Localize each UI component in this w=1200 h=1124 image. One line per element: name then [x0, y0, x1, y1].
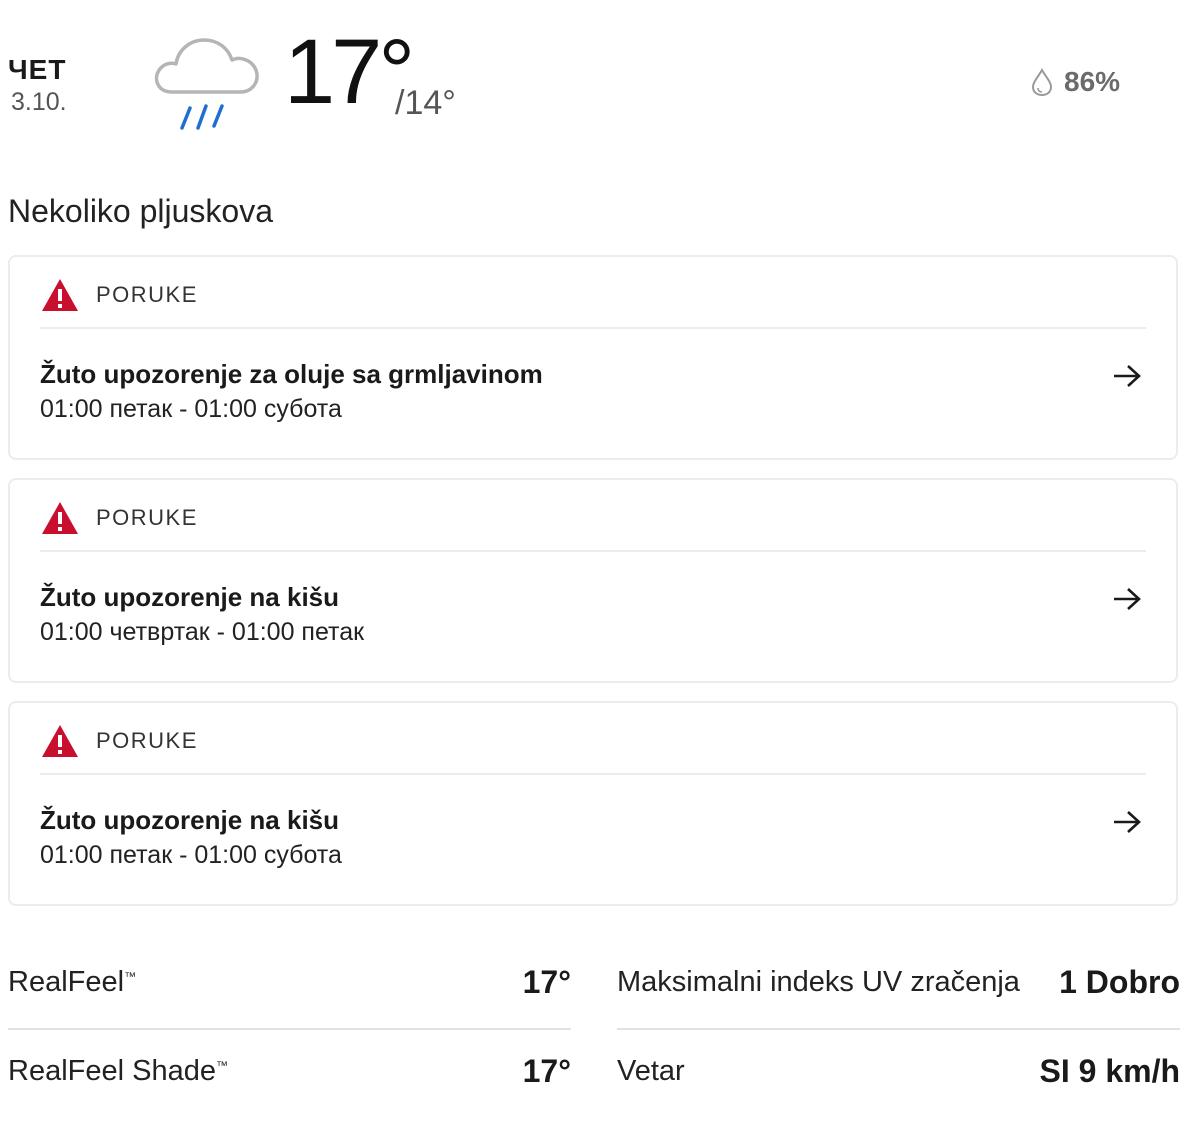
- alert-header: PORUKE: [40, 277, 198, 313]
- stat-value: 1 Dobro: [1059, 964, 1180, 1000]
- stat-label: RealFeel Shade™: [8, 1055, 228, 1087]
- divider: [8, 1028, 571, 1030]
- temperature-low: /14°: [395, 84, 456, 122]
- alert-tag: PORUKE: [96, 505, 198, 530]
- alert-tag: PORUKE: [96, 728, 198, 753]
- warning-icon: [42, 279, 78, 311]
- stat-value: SI 9 km/h: [1039, 1053, 1181, 1089]
- stat-uv-index: Maksimalni indeks UV zračenja 1 Dobro: [617, 950, 1180, 1030]
- humidity-value: 86%: [1064, 66, 1121, 97]
- alert-card[interactable]: PORUKE Žuto upozorenje na kišu 01:00 чет…: [8, 478, 1178, 683]
- alert-time: 01:00 петак - 01:00 субота: [40, 841, 342, 869]
- alert-title: Žuto upozorenje za oluje sa grmljavinom: [40, 359, 543, 389]
- drop-icon: [1031, 68, 1053, 96]
- alert-time: 01:00 четвртак - 01:00 петак: [40, 618, 365, 646]
- stat-label: Vetar: [617, 1055, 685, 1087]
- divider: [40, 773, 1146, 775]
- alert-time: 01:00 петак - 01:00 субота: [40, 395, 342, 423]
- stat-label: Maksimalni indeks UV zračenja: [617, 966, 1020, 998]
- forecast-date: 3.10.: [11, 88, 67, 116]
- stat-value: 17°: [522, 964, 571, 1000]
- divider: [40, 550, 1146, 552]
- day-of-week: ЧЕТ: [8, 54, 67, 85]
- trademark: ™: [215, 1058, 228, 1073]
- humidity: 86%: [1030, 66, 1120, 98]
- stat-wind: Vetar SI 9 km/h: [617, 1039, 1180, 1119]
- arrow-right-icon[interactable]: [1112, 363, 1142, 389]
- alert-tag: PORUKE: [96, 282, 198, 307]
- stat-value: 17°: [522, 1053, 571, 1089]
- alert-card[interactable]: PORUKE Žuto upozorenje za oluje sa grmlj…: [8, 255, 1178, 460]
- stat-realfeel: RealFeel™ 17°: [8, 950, 571, 1030]
- alert-header: PORUKE: [40, 500, 198, 536]
- trademark: ™: [124, 969, 137, 984]
- alert-card[interactable]: PORUKE Žuto upozorenje na kišu 01:00 пет…: [8, 701, 1178, 906]
- alert-title: Žuto upozorenje na kišu: [40, 582, 340, 612]
- stat-realfeel-shade: RealFeel Shade™ 17°: [8, 1039, 571, 1119]
- forecast-phrase: Nekoliko pljuskova: [8, 193, 274, 229]
- arrow-right-icon[interactable]: [1112, 809, 1142, 835]
- divider: [40, 327, 1146, 329]
- daily-forecast-page: ЧЕТ 3.10. 17° /14° 86% Nekoliko pljuskov…: [0, 0, 1200, 1124]
- stat-label: RealFeel™: [8, 966, 137, 998]
- rain-cloud-icon: [154, 38, 259, 130]
- temperature-high: 17°: [284, 21, 415, 123]
- warning-icon: [42, 725, 78, 757]
- arrow-right-icon[interactable]: [1112, 586, 1142, 612]
- warning-icon: [42, 502, 78, 534]
- alert-header: PORUKE: [40, 723, 198, 759]
- alert-title: Žuto upozorenje na kišu: [40, 805, 340, 835]
- divider: [617, 1028, 1180, 1030]
